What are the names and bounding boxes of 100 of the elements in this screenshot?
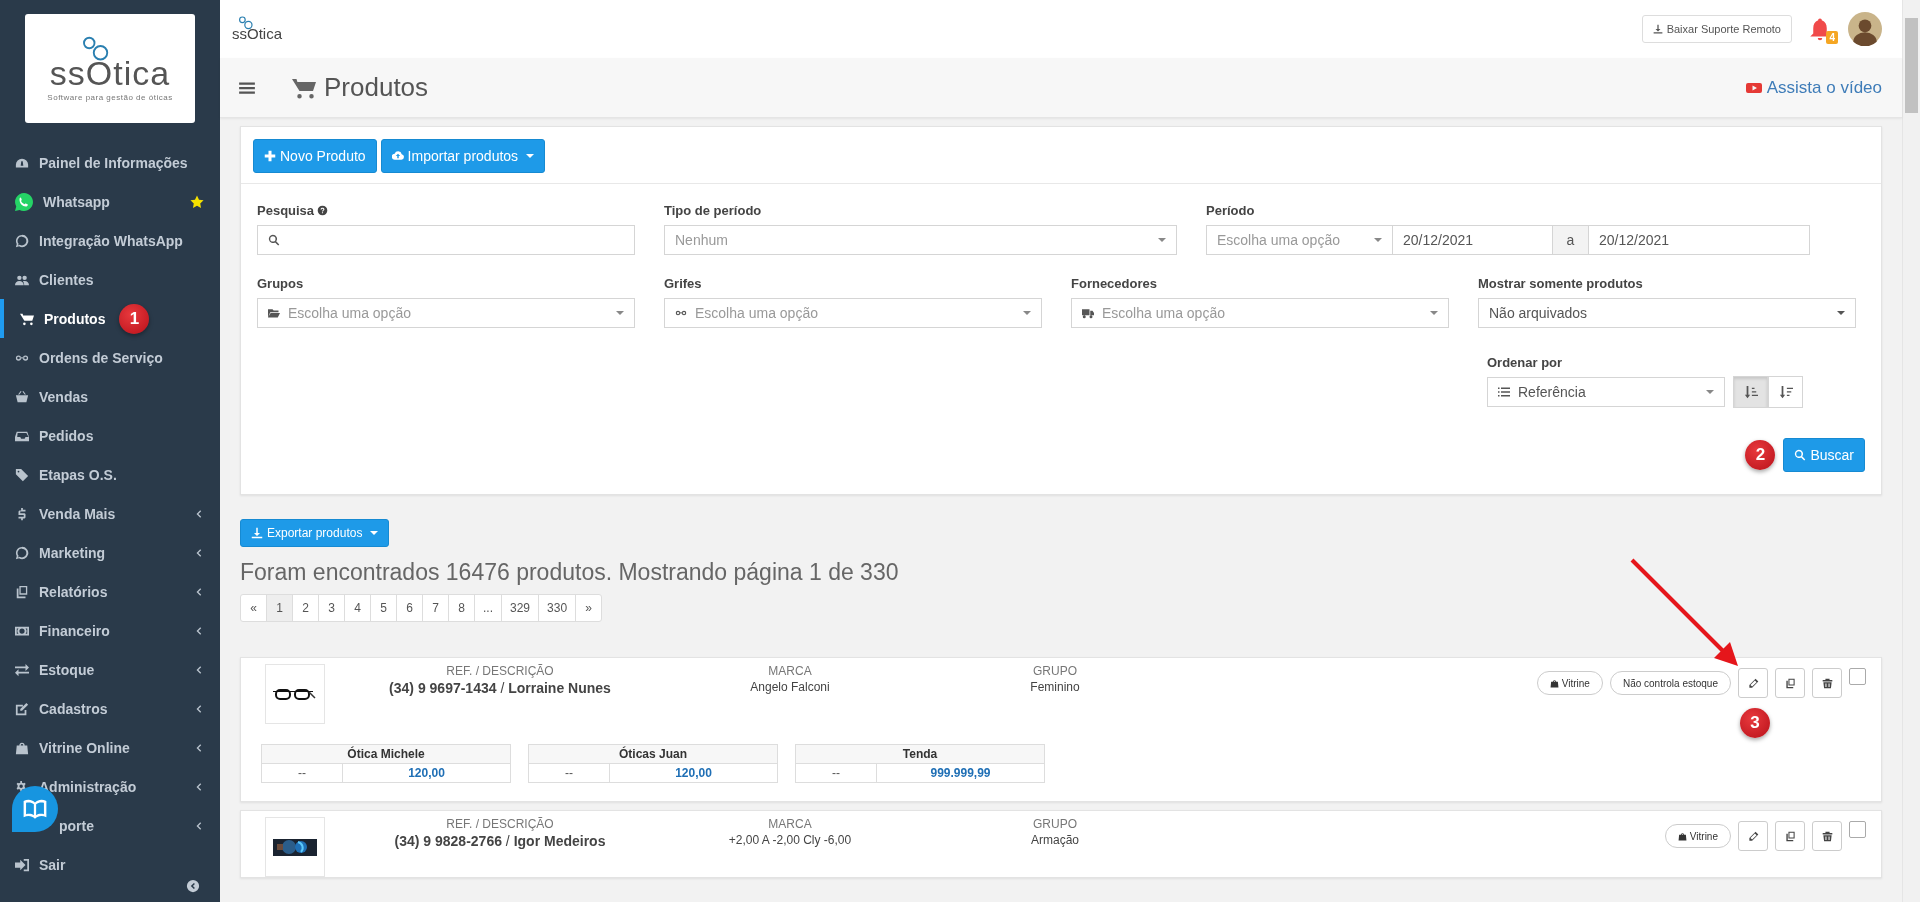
sidebar-item[interactable]: Sair bbox=[0, 845, 220, 884]
product-group: Armação bbox=[1031, 833, 1079, 847]
sidebar-item[interactable]: Marketing bbox=[0, 533, 220, 572]
remote-support-button[interactable]: Baixar Suporte Remoto bbox=[1641, 15, 1792, 43]
download-icon bbox=[251, 527, 263, 539]
page-link[interactable]: 330 bbox=[538, 595, 576, 621]
sidebar-item[interactable]: porte bbox=[0, 806, 220, 845]
collapse-icon[interactable] bbox=[186, 879, 200, 893]
annotation-marker: 2 bbox=[1745, 440, 1776, 470]
page-link[interactable]: 329 bbox=[501, 595, 539, 621]
page-link[interactable]: 1 bbox=[266, 595, 292, 621]
list-icon bbox=[1498, 386, 1510, 398]
bag-icon bbox=[15, 740, 29, 755]
column-label: GRUPO bbox=[1033, 817, 1077, 831]
sidebar-item[interactable]: Estoque bbox=[0, 650, 220, 689]
field-label: Tipo de período bbox=[664, 203, 762, 218]
sidebar-item[interactable]: Produtos 1 bbox=[0, 299, 220, 338]
page-link[interactable]: 7 bbox=[422, 595, 448, 621]
avatar[interactable] bbox=[1848, 12, 1882, 46]
duplicate-button[interactable] bbox=[1775, 821, 1805, 851]
duplicate-button[interactable] bbox=[1775, 668, 1805, 698]
chevron-icon bbox=[194, 508, 204, 519]
sidebar-item[interactable]: Venda Mais bbox=[0, 494, 220, 533]
sidebar-item[interactable]: Etapas O.S. bbox=[0, 455, 220, 494]
logo-wordmark: ssOtica bbox=[49, 53, 171, 93]
trash-icon bbox=[1821, 677, 1833, 689]
sidebar-item[interactable]: Vendas bbox=[0, 377, 220, 416]
delete-button[interactable] bbox=[1812, 668, 1842, 698]
exit-icon bbox=[15, 857, 29, 872]
page-link[interactable]: 4 bbox=[344, 595, 370, 621]
product-reference: (34) 9 9828-2766 / Igor Medeiros bbox=[394, 833, 606, 849]
page-link[interactable]: 5 bbox=[370, 595, 396, 621]
sort-select[interactable]: Referência bbox=[1487, 377, 1725, 407]
product-brand: Angelo Falconi bbox=[750, 680, 830, 694]
sidebar-item[interactable]: Ordens de Serviço bbox=[0, 338, 220, 377]
plus-icon bbox=[264, 150, 276, 162]
date-separator: a bbox=[1553, 225, 1588, 255]
start-date-field[interactable]: 20/12/2021 bbox=[1393, 225, 1553, 255]
edit-button[interactable] bbox=[1738, 668, 1768, 698]
sidebar-item[interactable]: Integração WhatsApp bbox=[0, 221, 220, 260]
cloud-upload-icon bbox=[391, 150, 404, 162]
price-cell-text: 120,00 bbox=[674, 765, 713, 782]
video-link[interactable]: Assista o vídeo bbox=[1745, 77, 1882, 98]
annotation-marker: 3 bbox=[1740, 708, 1770, 738]
chat-icon bbox=[15, 233, 29, 248]
brand-logo[interactable]: ssOtica bbox=[232, 16, 282, 42]
select-checkbox[interactable] bbox=[1849, 821, 1866, 838]
page-link[interactable]: ... bbox=[474, 595, 501, 621]
sidebar-item[interactable]: Whatsapp bbox=[0, 182, 220, 221]
sort-desc-button[interactable] bbox=[1768, 376, 1803, 408]
search-icon bbox=[268, 234, 280, 246]
page-link[interactable]: » bbox=[575, 595, 602, 621]
end-date-field[interactable]: 20/12/2021 bbox=[1588, 225, 1810, 255]
chevron-icon bbox=[194, 547, 204, 558]
cart-icon bbox=[20, 311, 34, 326]
stock-cell: -- bbox=[262, 764, 343, 782]
search-icon bbox=[1794, 449, 1807, 461]
column-label: REF. / DESCRIÇÃO bbox=[446, 817, 554, 831]
archive-filter-select[interactable]: Não arquivados bbox=[1478, 298, 1856, 328]
sidebar-item[interactable]: Clientes bbox=[0, 260, 220, 299]
logo-tagline: Software para gestão de óticas bbox=[47, 92, 173, 102]
price-cell-text: 999.999,99 bbox=[929, 765, 992, 782]
sidebar-item[interactable]: Pedidos bbox=[0, 416, 220, 455]
star-icon bbox=[190, 194, 204, 209]
column-label: REF. / DESCRIÇÃO bbox=[446, 664, 554, 678]
help-icon bbox=[317, 205, 329, 216]
annotation-marker: 1 bbox=[119, 303, 150, 334]
delete-button[interactable] bbox=[1812, 821, 1842, 851]
sidebar-item[interactable]: Painel de Informações bbox=[0, 143, 220, 182]
sidebar-item[interactable]: Relatórios bbox=[0, 572, 220, 611]
page-link[interactable]: 6 bbox=[396, 595, 422, 621]
column-label: GRUPO bbox=[1033, 664, 1077, 678]
column-label: MARCA bbox=[768, 817, 812, 831]
select-checkbox[interactable] bbox=[1849, 668, 1866, 685]
download-icon bbox=[1652, 24, 1663, 34]
sort-descending-icon bbox=[1778, 385, 1793, 399]
copy-icon bbox=[1784, 830, 1796, 842]
chevron-icon bbox=[194, 703, 204, 714]
sidebar-item[interactable]: Financeiro bbox=[0, 611, 220, 650]
scrollbar[interactable] bbox=[1902, 0, 1920, 902]
page-link[interactable]: 8 bbox=[448, 595, 474, 621]
pencil-icon bbox=[1747, 677, 1759, 689]
field-label: Fornecedores bbox=[1071, 276, 1157, 291]
field-label: Pesquisa bbox=[257, 203, 315, 218]
pencil-icon bbox=[1747, 830, 1759, 842]
page-link[interactable]: 2 bbox=[292, 595, 318, 621]
copy-icon bbox=[15, 584, 29, 599]
sidebar-item[interactable]: Vitrine Online bbox=[0, 728, 220, 767]
page-link[interactable]: 3 bbox=[318, 595, 344, 621]
chevron-icon bbox=[194, 742, 204, 753]
results-summary: Foram encontrados 16476 produtos. Mostrando página 1 de 330 bbox=[240, 559, 899, 586]
sort-asc-button[interactable] bbox=[1733, 376, 1768, 408]
field-label: Período bbox=[1206, 203, 1255, 218]
store-name: Tenda bbox=[902, 747, 938, 761]
page-link[interactable]: « bbox=[241, 595, 266, 621]
sidebar-item[interactable]: Cadastros bbox=[0, 689, 220, 728]
page-title: Produtos bbox=[324, 72, 429, 103]
sidebar-item[interactable]: Administração bbox=[0, 767, 220, 806]
search-field[interactable] bbox=[257, 225, 635, 255]
edit-button[interactable] bbox=[1738, 821, 1768, 851]
